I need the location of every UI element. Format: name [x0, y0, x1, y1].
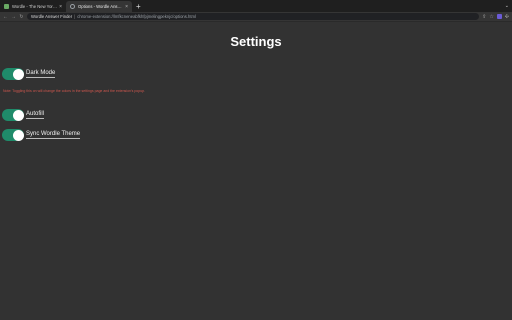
- autofill-toggle[interactable]: [2, 109, 24, 121]
- share-icon[interactable]: ⇪: [482, 14, 486, 20]
- tab-options[interactable]: Options - Wordle Answer Findr... ×: [66, 1, 132, 12]
- tab-search-icon[interactable]: ⌄: [505, 3, 509, 9]
- tab-strip: Wordle - The New York Times × Options - …: [0, 0, 512, 12]
- tab-wordle[interactable]: Wordle - The New York Times ×: [0, 1, 66, 12]
- url-separator: |: [74, 14, 76, 19]
- page-title: Settings: [230, 34, 282, 49]
- sync-theme-label: Sync Wordle Theme: [26, 131, 81, 139]
- address-bar[interactable]: Wordle Answer Finder | chrome-extension:…: [27, 13, 480, 20]
- dark-mode-toggle[interactable]: [2, 68, 24, 80]
- tab-title: Wordle - The New York Times: [12, 4, 57, 9]
- setting-dark-mode: Dark Mode: [2, 68, 56, 80]
- browser-toolbar: ← → ↻ Wordle Answer Finder | chrome-exte…: [0, 12, 512, 22]
- toggle-knob: [12, 68, 24, 80]
- close-tab-icon[interactable]: ×: [125, 4, 128, 10]
- sync-theme-toggle[interactable]: [2, 129, 24, 141]
- reload-icon[interactable]: ↻: [19, 14, 24, 20]
- extension-favicon-icon: [70, 4, 75, 9]
- close-tab-icon[interactable]: ×: [59, 4, 62, 10]
- new-tab-button[interactable]: +: [136, 2, 141, 11]
- wordle-favicon-icon: [4, 4, 9, 9]
- extension-icon[interactable]: [496, 14, 502, 19]
- puzzle-icon[interactable]: ✣: [505, 14, 509, 20]
- site-origin: Wordle Answer Finder: [31, 14, 73, 19]
- autofill-label: Autofill: [26, 111, 45, 119]
- settings-page: Settings Dark Mode Note: Toggling this o…: [0, 22, 512, 320]
- bookmark-star-icon[interactable]: ☆: [489, 14, 493, 20]
- url-text: chrome-extension://lmfkcneneabfkhfpjmeli…: [77, 14, 196, 19]
- forward-icon[interactable]: →: [11, 14, 16, 20]
- setting-autofill: Autofill: [2, 109, 45, 121]
- toggle-knob: [12, 129, 24, 141]
- toggle-knob: [12, 109, 24, 121]
- toolbar-actions: ⇪ ☆ ✣: [482, 14, 509, 20]
- tab-title: Options - Wordle Answer Findr...: [78, 4, 124, 9]
- setting-sync-theme: Sync Wordle Theme: [2, 129, 81, 141]
- dark-mode-label: Dark Mode: [26, 70, 56, 78]
- back-icon[interactable]: ←: [3, 14, 8, 20]
- dark-mode-note: Note: Toggling this on will change the c…: [3, 89, 146, 93]
